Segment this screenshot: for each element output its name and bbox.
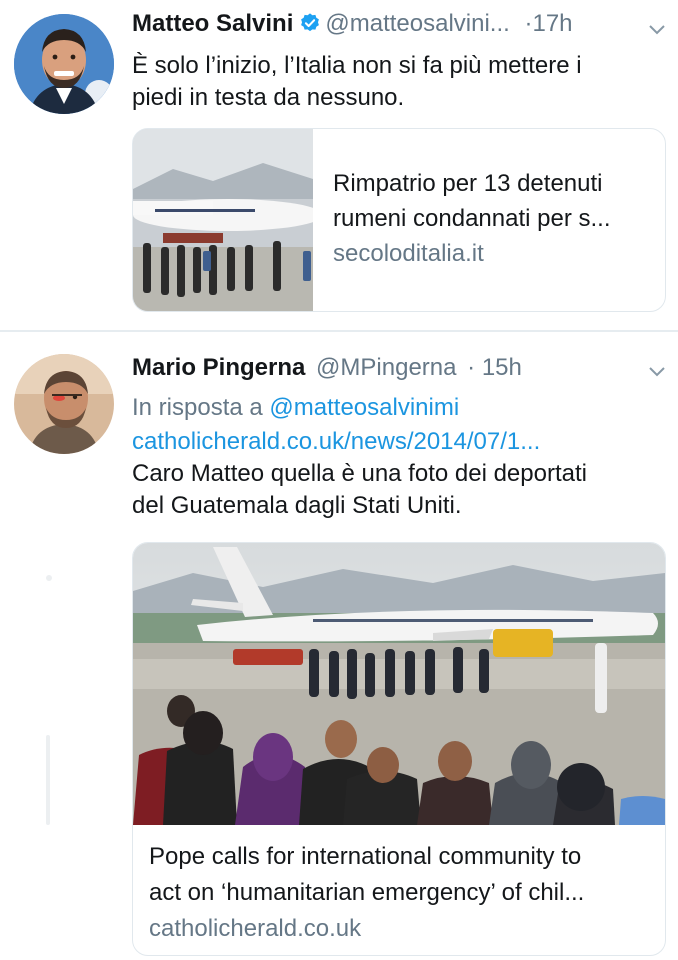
reply-prefix: In risposta a [132, 394, 263, 421]
tweet-text-line: piedi in testa da nessuno. [132, 84, 405, 111]
tweet-salvini[interactable]: Matteo Salvini @matteosalvini... ·17h È s… [0, 0, 678, 330]
avatar-salvini-image [14, 14, 114, 114]
display-name[interactable]: Matteo Salvini [132, 10, 293, 37]
handle[interactable]: @matteosalvini... [325, 10, 509, 37]
scroll-edge-mark [46, 735, 50, 825]
card-text: Rimpatrio per 13 detenuti rumeni condann… [333, 166, 653, 271]
tweet-link[interactable]: catholicherald.co.uk/news/2014/07/1... [132, 426, 587, 458]
card-text: Pope calls for international community t… [149, 839, 659, 947]
card-title: Pope calls for international community t… [149, 843, 582, 870]
card-domain: secoloditalia.it [333, 240, 484, 267]
link-card[interactable]: Rimpatrio per 13 detenuti rumeni condann… [132, 128, 666, 312]
timestamp[interactable]: 15h [482, 354, 522, 381]
avatar-pingerna[interactable] [14, 354, 114, 454]
display-name[interactable]: Mario Pingerna [132, 354, 305, 381]
tweet-header: Mario Pingerna @MPingerna · 15h [132, 354, 522, 382]
card-thumbnail-image [133, 129, 313, 311]
handle[interactable]: @MPingerna [316, 354, 456, 381]
avatar-pingerna-image [14, 354, 114, 454]
tweet-text-line: Caro Matteo quella è una foto dei deport… [132, 460, 587, 487]
tweet-pingerna[interactable]: Mario Pingerna @MPingerna · 15h In rispo… [0, 332, 678, 960]
reply-context: In risposta a @matteosalvinimi [132, 392, 459, 424]
tweet-text: catholicherald.co.uk/news/2014/07/1... C… [132, 426, 587, 522]
separator-dot: · [467, 354, 476, 381]
verified-badge-icon [301, 13, 320, 32]
reply-to-handle[interactable]: @matteosalvinimi [269, 394, 459, 421]
avatar-salvini[interactable] [14, 14, 114, 114]
card-image [133, 543, 665, 825]
tweet-text-line: È solo l’inizio, l’Italia non si fa più … [132, 52, 582, 79]
tweet-text-line: del Guatemala dagli Stati Uniti. [132, 492, 462, 519]
tweet-header: Matteo Salvini @matteosalvini... ·17h [132, 10, 573, 38]
scroll-edge-mark [46, 575, 52, 581]
card-title: rumeni condannati per s... [333, 205, 611, 232]
chevron-down-icon[interactable] [648, 24, 666, 36]
chevron-down-icon[interactable] [648, 366, 666, 378]
link-card[interactable]: Pope calls for international community t… [132, 542, 666, 956]
card-title: act on ‘humanitarian emergency’ of chil.… [149, 879, 585, 906]
card-domain: catholicherald.co.uk [149, 915, 362, 942]
timestamp[interactable]: 17h [532, 10, 572, 37]
card-title: Rimpatrio per 13 detenuti [333, 170, 603, 197]
tweet-text: È solo l’inizio, l’Italia non si fa più … [132, 50, 582, 114]
